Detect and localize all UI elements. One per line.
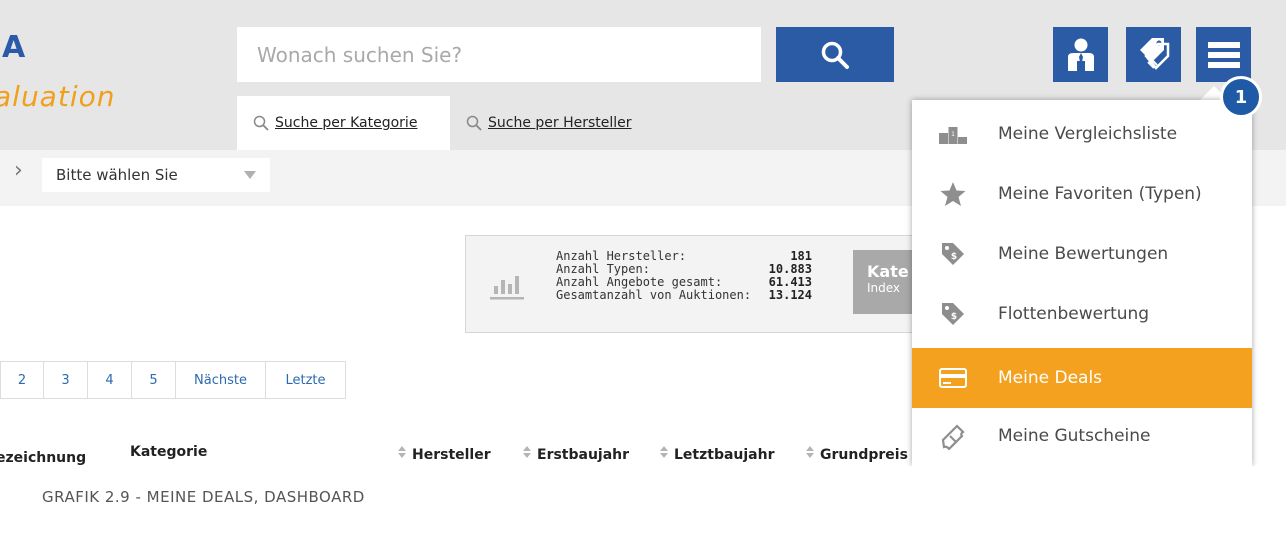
- bar-chart-icon: [490, 276, 524, 300]
- dropdown-menu: 1 Meine Vergleichsliste Meine Favoriten …: [912, 100, 1252, 466]
- price-tag-icon: $: [942, 303, 964, 325]
- sort-icon: [806, 446, 814, 458]
- tab-category-search[interactable]: Suche per Kategorie: [237, 96, 450, 150]
- price-tag-icon: [1139, 37, 1169, 70]
- tab-label: Suche per Kategorie: [275, 115, 418, 131]
- menu-item-label: Meine Bewertungen: [998, 244, 1169, 264]
- stat-label: Gesamtanzahl von Auktionen:: [556, 288, 752, 302]
- column-label: Hersteller: [412, 447, 491, 463]
- page-link[interactable]: 4: [88, 361, 132, 399]
- menu-item-comparison-list[interactable]: 1 Meine Vergleichsliste: [912, 104, 1252, 164]
- stat-value: 13.124: [768, 288, 812, 302]
- category-select[interactable]: Bitte wählen Sie: [42, 158, 270, 192]
- search-input[interactable]: [237, 27, 761, 82]
- statistics-list: Anzahl Hersteller: 181 Anzahl Typen: 10.…: [556, 250, 812, 302]
- figure-caption: GRAFIK 2.9 - MEINE DEALS, DASHBOARD: [42, 488, 365, 506]
- sort-icon: [660, 446, 668, 458]
- column-header-first-year[interactable]: Erstbaujahr: [523, 446, 629, 463]
- menu-item-ratings[interactable]: $ Meine Bewertungen: [912, 224, 1252, 284]
- logo-letter: A: [2, 30, 26, 65]
- star-icon: [940, 182, 966, 206]
- statistics-panel: Anzahl Hersteller: 181 Anzahl Typen: 10.…: [465, 235, 915, 333]
- select-value: Bitte wählen Sie: [56, 166, 178, 184]
- page-link[interactable]: 5: [132, 361, 176, 399]
- menu-item-label: Flottenbewertung: [998, 304, 1150, 324]
- ticket-icon: [941, 424, 965, 450]
- page-link-last[interactable]: Letzte: [266, 361, 346, 399]
- menu-item-label: Meine Favoriten (Typen): [998, 184, 1202, 204]
- column-header-manufacturer[interactable]: Hersteller: [398, 446, 491, 463]
- screenshot-frame: A aluation Wonach suchen Sie? Suche per …: [0, 0, 1286, 466]
- search-icon: [821, 41, 849, 69]
- table-header: ezeichnung Kategorie Hersteller Erstbauj…: [0, 444, 912, 466]
- menu-item-label: Meine Gutscheine: [998, 426, 1151, 446]
- menu-item-label: Meine Deals: [998, 368, 1103, 388]
- logo-subtitle: aluation: [0, 80, 116, 113]
- user-button[interactable]: [1053, 27, 1108, 82]
- menu-icon: [1207, 41, 1240, 68]
- menu-item-vouchers[interactable]: Meine Gutscheine: [912, 406, 1252, 466]
- search-icon: [466, 115, 482, 131]
- page-link[interactable]: 3: [44, 361, 88, 399]
- podium-icon: 1: [939, 127, 967, 144]
- column-label: Erstbaujahr: [537, 447, 630, 463]
- tab-manufacturer-search[interactable]: Suche per Hersteller: [466, 96, 632, 150]
- category-index-button[interactable]: Kate Index: [853, 250, 913, 314]
- column-header-designation[interactable]: ezeichnung: [0, 450, 86, 466]
- page-link[interactable]: 2: [0, 361, 44, 399]
- menu-button[interactable]: [1196, 27, 1251, 82]
- sort-icon: [398, 446, 406, 458]
- pagination: 2 3 4 5 Nächste Letzte: [0, 361, 346, 399]
- search-icon: [253, 115, 269, 131]
- credit-card-icon: [939, 368, 967, 388]
- sort-icon: [523, 446, 531, 458]
- step-badge: 1: [1220, 76, 1262, 118]
- column-header-base-price[interactable]: Grundpreis: [806, 446, 908, 463]
- tags-button[interactable]: [1126, 27, 1181, 82]
- column-label: Grundpreis: [820, 447, 908, 463]
- svg-text:1: 1: [951, 131, 955, 138]
- tab-label: Suche per Hersteller: [488, 115, 632, 131]
- stat-row: Gesamtanzahl von Auktionen: 13.124: [556, 289, 812, 302]
- menu-item-deals[interactable]: Meine Deals: [912, 348, 1252, 408]
- user-icon: [1067, 38, 1094, 71]
- column-header-category[interactable]: Kategorie: [130, 444, 207, 460]
- menu-item-label: Meine Vergleichsliste: [998, 124, 1178, 144]
- page-link-next[interactable]: Nächste: [176, 361, 266, 399]
- column-label: Letztbaujahr: [674, 447, 775, 463]
- svg-text:$: $: [951, 312, 957, 322]
- category-index-sub: Index: [867, 281, 901, 295]
- search-button[interactable]: [776, 27, 894, 82]
- price-tag-icon: $: [942, 243, 964, 265]
- category-index-title: Kate: [867, 262, 909, 281]
- menu-item-fleet-rating[interactable]: $ Flottenbewertung: [912, 284, 1252, 344]
- column-header-last-year[interactable]: Letztbaujahr: [660, 446, 775, 463]
- chevron-right-icon[interactable]: ›: [14, 158, 23, 183]
- svg-text:$: $: [951, 252, 957, 262]
- menu-item-favorites[interactable]: Meine Favoriten (Typen): [912, 164, 1252, 224]
- chevron-down-icon: [244, 171, 256, 179]
